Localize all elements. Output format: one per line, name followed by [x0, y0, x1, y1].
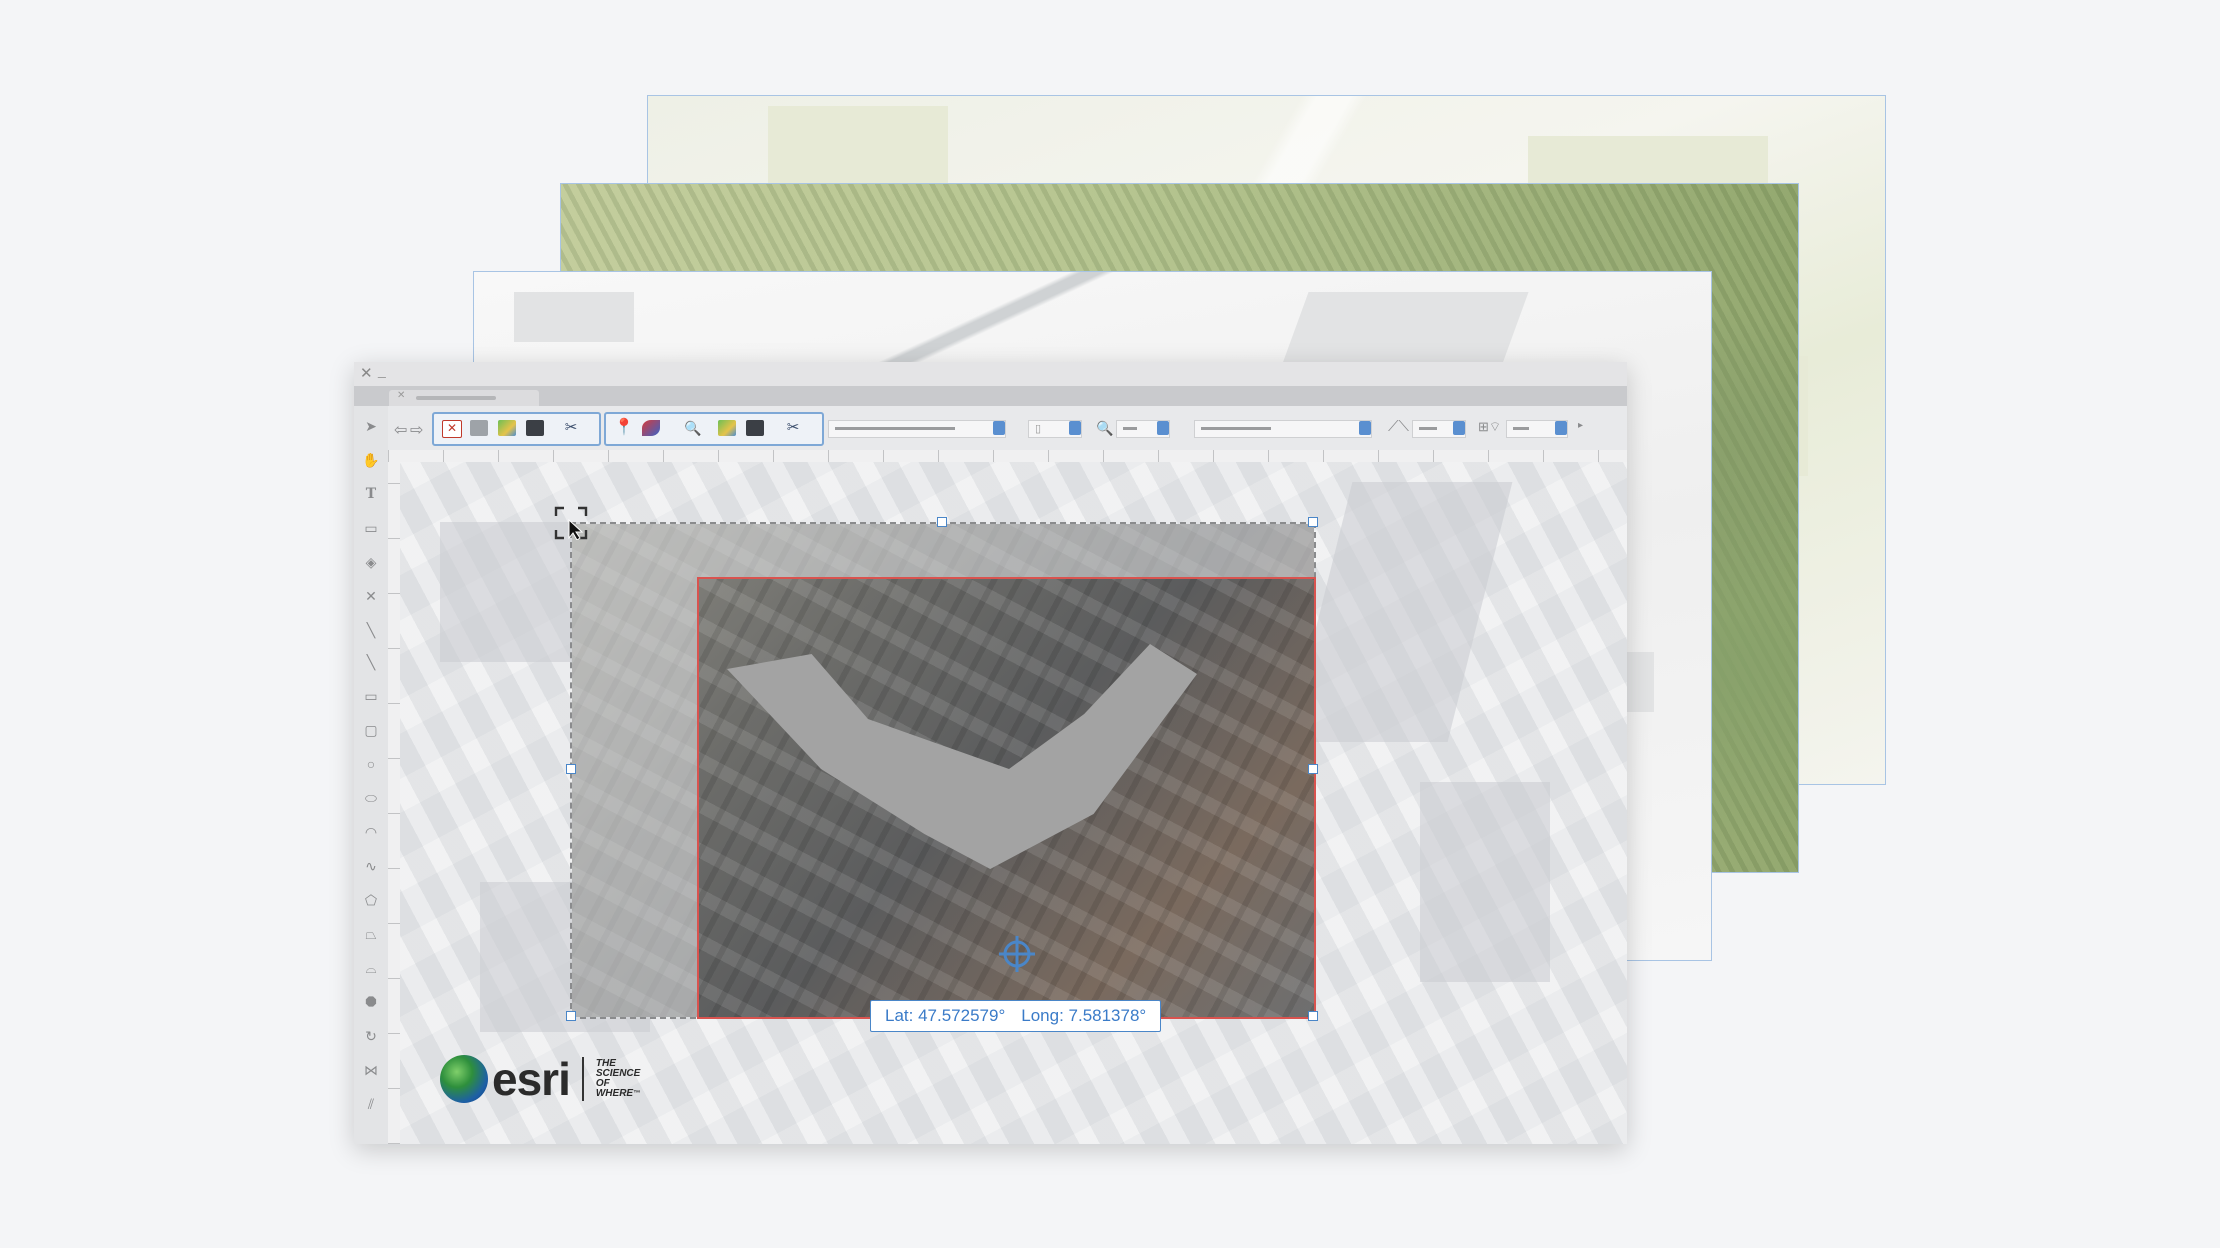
map-block [514, 292, 634, 342]
hatch-icon[interactable]: ⫽ [363, 1096, 379, 1112]
coordinate-readout: Lat: 47.572579° Long: 7.581378° [870, 1000, 1162, 1032]
opacity-icon[interactable]: ⊞⌔ [1478, 419, 1501, 435]
rounded-rectangle-icon[interactable]: ▢ [363, 722, 379, 738]
zoom-select[interactable] [1116, 420, 1170, 438]
chevron-down-icon[interactable] [1069, 421, 1081, 435]
shape-icon[interactable]: ▭ [363, 520, 379, 536]
select-value [1513, 427, 1529, 430]
latitude-value: Lat: 47.572579° [885, 1006, 1006, 1025]
resize-handle[interactable] [1308, 517, 1318, 527]
curve-icon[interactable]: ∿ [363, 858, 379, 874]
logo-divider [581, 1057, 584, 1101]
overflow-arrow-icon[interactable]: ▸ [1578, 420, 1583, 431]
bezier-icon[interactable]: ⌓ [363, 960, 379, 976]
map-block [768, 106, 948, 186]
chevron-down-icon[interactable] [993, 421, 1005, 435]
longitude-value: Long: 7.581378° [1021, 1006, 1147, 1025]
resize-handle[interactable] [566, 764, 576, 774]
text-icon[interactable]: T [363, 486, 379, 502]
map-color-icon[interactable] [718, 420, 736, 436]
hand-icon[interactable]: ✋ [362, 452, 379, 468]
ellipse-icon[interactable]: ⬭ [363, 790, 379, 806]
tools-icon[interactable]: ✂ [562, 420, 580, 436]
select-value [1123, 427, 1137, 430]
close-icon[interactable]: ✕ [363, 588, 379, 604]
forward-arrow-icon[interactable]: ⇨ [410, 420, 423, 440]
map-tools-group: ✕ ✂ [432, 412, 601, 446]
octagon-icon[interactable]: ⯃ [363, 994, 379, 1010]
brand-tagline: THE SCIENCE OF WHERE™ [596, 1059, 640, 1099]
freeform-icon[interactable]: ⏢ [363, 926, 379, 942]
select-value [1201, 427, 1271, 430]
line-icon[interactable]: ╲ [363, 622, 379, 638]
page-select[interactable]: ▯ [1028, 420, 1082, 438]
window-minimize-icon[interactable]: _ [378, 362, 386, 378]
map-gray-icon[interactable] [470, 420, 488, 436]
map-block [440, 522, 580, 662]
select-value [1419, 427, 1437, 430]
unselected-overlay [572, 524, 699, 1017]
back-arrow-icon[interactable]: ⇦ [394, 420, 407, 440]
location-pin-icon[interactable]: 📍 [614, 420, 634, 436]
tab-label [416, 396, 496, 400]
flip-icon[interactable]: ⋈ [363, 1062, 379, 1078]
map-block [1287, 482, 1513, 742]
line-style-icon[interactable]: ⟋⟍ [1388, 418, 1409, 435]
resize-cursor-icon [554, 506, 588, 540]
chevron-down-icon[interactable] [1359, 421, 1371, 435]
globe-icon [440, 1055, 488, 1103]
select-value [835, 427, 955, 430]
polygon-icon[interactable]: ⬠ [363, 892, 379, 908]
tab-bar: ✕ [354, 386, 1627, 406]
font-select[interactable] [1194, 420, 1372, 438]
brand-name: esri [492, 1053, 571, 1105]
main-toolbar: ⇦ ⇨ ✕ ✂ 📍 🔍 ✂ ▯ 🔍 ⟋⟍ ⊞⌔ ▸ [388, 406, 1627, 451]
page-icon: ▯ [1035, 423, 1042, 435]
tab-close-icon[interactable]: ✕ [397, 390, 405, 401]
remove-map-icon[interactable]: ✕ [442, 420, 462, 438]
map-block [1420, 782, 1550, 982]
circle-icon[interactable]: ○ [363, 756, 379, 772]
rectangle-icon[interactable]: ▭ [363, 688, 379, 704]
esri-logo: esri THE SCIENCE OF WHERE™ [440, 1053, 640, 1105]
image-selection-box[interactable] [570, 522, 1316, 1019]
unselected-overlay [699, 524, 1314, 578]
layers-icon[interactable]: ◈ [363, 554, 379, 570]
window-close-icon[interactable]: ✕ [360, 364, 373, 382]
resize-handle[interactable] [1308, 764, 1318, 774]
resize-handle[interactable] [566, 1011, 576, 1021]
chevron-down-icon[interactable] [1453, 421, 1465, 435]
left-toolbar: ➤ ✋ T ▭ ◈ ✕ ╲ ╲ ▭ ▢ ○ ⬭ ◠ ∿ ⬠ ⏢ ⌓ ⯃ ↻ ⋈ … [354, 406, 389, 1144]
title-bar: ✕ _ [354, 362, 1627, 386]
tagline-line: WHERE™ [595, 1088, 641, 1099]
resize-handle[interactable] [937, 517, 947, 527]
style-select[interactable] [828, 420, 1006, 438]
pointer-icon[interactable]: ➤ [363, 418, 379, 434]
map-color-icon[interactable] [498, 420, 516, 436]
crosshair-icon[interactable] [998, 935, 1036, 973]
zoom-icon[interactable]: 🔍 [1096, 420, 1113, 437]
line-width-select[interactable] [1412, 420, 1466, 438]
location-tools-group: 📍 🔍 ✂ [604, 412, 824, 446]
search-icon[interactable]: 🔍 [684, 420, 702, 436]
arc-icon[interactable]: ◠ [363, 824, 379, 840]
map-dark-icon[interactable] [746, 420, 764, 436]
rotate-icon[interactable]: ↻ [363, 1028, 379, 1044]
tools-icon[interactable]: ✂ [784, 420, 802, 436]
resize-handle[interactable] [1308, 1011, 1318, 1021]
map-block [1279, 292, 1529, 372]
compass-icon[interactable] [642, 420, 660, 436]
diagonal-line-icon[interactable]: ╲ [363, 654, 379, 670]
chevron-down-icon[interactable] [1157, 421, 1169, 435]
chevron-down-icon[interactable] [1555, 421, 1567, 435]
map-dark-icon[interactable] [526, 420, 544, 436]
opacity-select[interactable] [1506, 420, 1568, 438]
